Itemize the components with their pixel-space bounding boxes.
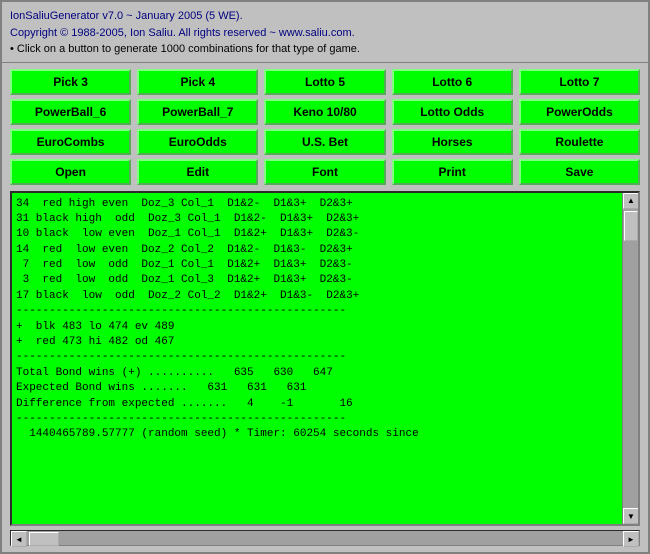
output-text: 34 red high even Doz_3 Col_1 D1&2- D1&3+… [12,193,638,525]
roulette-button[interactable]: Roulette [519,129,640,155]
power-odds-button[interactable]: PowerOdds [519,99,640,125]
lotto-odds-button[interactable]: Lotto Odds [392,99,513,125]
hscrollbar-track[interactable] [27,531,623,545]
lotto5-button[interactable]: Lotto 5 [264,69,385,95]
button-row-3: EuroCombs EuroOdds U.S. Bet Horses Roule… [10,129,640,155]
header-line2: Copyright © 1988-2005, Ion Saliu. All ri… [10,25,640,42]
horizontal-scrollbar: ◄ ► [10,530,640,546]
euro-odds-button[interactable]: EuroOdds [137,129,258,155]
lotto6-button[interactable]: Lotto 6 [392,69,513,95]
main-window: IonSaliuGenerator v7.0 ~ January 2005 (5… [0,0,650,554]
scrollbar-thumb[interactable] [624,211,638,241]
powerball7-button[interactable]: PowerBall_7 [137,99,258,125]
pick3-button[interactable]: Pick 3 [10,69,131,95]
scroll-up-button[interactable]: ▲ [623,193,639,209]
button-row-1: Pick 3 Pick 4 Lotto 5 Lotto 6 Lotto 7 [10,69,640,95]
save-button[interactable]: Save [519,159,640,185]
euro-combs-button[interactable]: EuroCombs [10,129,131,155]
scroll-down-button[interactable]: ▼ [623,508,639,524]
print-button[interactable]: Print [392,159,513,185]
us-bet-button[interactable]: U.S. Bet [264,129,385,155]
scroll-right-button[interactable]: ► [623,531,639,547]
header: IonSaliuGenerator v7.0 ~ January 2005 (5… [2,2,648,63]
vertical-scrollbar: ▲ ▼ [622,193,638,525]
header-line3: • Click on a button to generate 1000 com… [10,41,640,58]
button-row-4: Open Edit Font Print Save [10,159,640,185]
open-button[interactable]: Open [10,159,131,185]
hscrollbar-thumb[interactable] [29,532,59,546]
lotto7-button[interactable]: Lotto 7 [519,69,640,95]
button-row-2: PowerBall_6 PowerBall_7 Keno 10/80 Lotto… [10,99,640,125]
edit-button[interactable]: Edit [137,159,258,185]
horses-button[interactable]: Horses [392,129,513,155]
pick4-button[interactable]: Pick 4 [137,69,258,95]
powerball6-button[interactable]: PowerBall_6 [10,99,131,125]
scroll-left-button[interactable]: ◄ [11,531,27,547]
keno-button[interactable]: Keno 10/80 [264,99,385,125]
output-container: 34 red high even Doz_3 Col_1 D1&2- D1&3+… [10,191,640,527]
buttons-section: Pick 3 Pick 4 Lotto 5 Lotto 6 Lotto 7 Po… [2,63,648,191]
header-line1: IonSaliuGenerator v7.0 ~ January 2005 (5… [10,8,640,25]
scrollbar-track[interactable] [623,209,638,509]
font-button[interactable]: Font [264,159,385,185]
